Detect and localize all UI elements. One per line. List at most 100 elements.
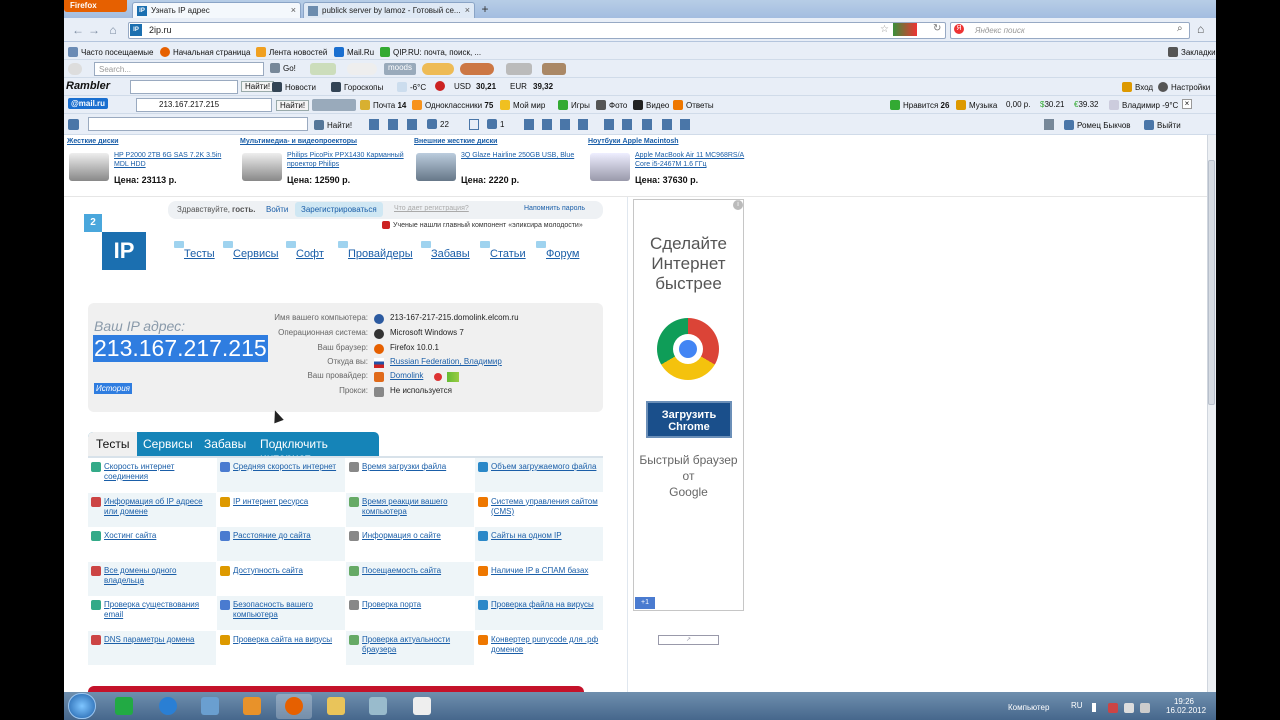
test-link-cell[interactable]: Безопасность вашего компьютера <box>217 596 345 630</box>
vk-gifts-icon[interactable] <box>680 119 690 130</box>
test-link-cell[interactable]: Хостинг сайта <box>88 527 216 561</box>
logo-ip[interactable]: IP <box>102 232 146 270</box>
plus-one-button[interactable]: +1 <box>635 597 655 609</box>
tab-2ip[interactable]: IP Узнать IP адрес × <box>132 2 301 18</box>
ad-info-icon[interactable]: i <box>733 200 743 210</box>
scrollbar-thumb[interactable] <box>1208 160 1215 405</box>
product-category[interactable]: Внешние жесткие диски <box>414 138 497 145</box>
bookmark-item[interactable]: Лента новостей <box>256 47 327 57</box>
vk-apps-icon[interactable] <box>642 119 652 130</box>
test-link[interactable]: Доступность сайта <box>233 566 343 576</box>
yandex-icon[interactable]: Я <box>954 24 964 34</box>
menu-articles[interactable]: Статьи <box>480 241 526 260</box>
logo-2[interactable]: 2 <box>84 214 102 232</box>
product-name[interactable]: HP P2000 2TB 6G SAS 7.2K 3.5in MDL HDD <box>114 151 234 169</box>
mailru-search-input[interactable]: 213.167.217.215 <box>136 98 272 112</box>
horoscopes-link[interactable]: Гороскопы <box>331 82 383 92</box>
test-link[interactable]: Наличие IP в СПАМ базах <box>491 566 601 576</box>
remind-password-link[interactable]: Напомнить пароль <box>524 205 585 212</box>
tab-fun[interactable]: Забавы <box>196 432 254 456</box>
taskbar-app[interactable] <box>106 694 142 719</box>
vk-news-icon[interactable] <box>388 119 398 130</box>
bookmarks-menu[interactable]: Закладки <box>1168 47 1216 57</box>
addon-icon[interactable] <box>893 23 917 36</box>
test-link[interactable]: Система управления сайтом (CMS) <box>491 497 601 517</box>
test-link-cell[interactable]: IP интернет ресурса <box>217 493 345 527</box>
volume-icon[interactable] <box>1140 703 1150 713</box>
mailru-tools-icon[interactable] <box>312 99 356 111</box>
test-link-cell[interactable]: Объем загружаемого файла <box>475 458 603 492</box>
tray-arrow-icon[interactable] <box>1092 703 1101 712</box>
toolbar-search-input[interactable]: Search... <box>94 62 264 76</box>
product-category[interactable]: Мультимедиа- и видеопроекторы <box>240 138 357 145</box>
myworld-link[interactable]: Мой мир <box>500 100 545 110</box>
bookmark-item[interactable]: QIP.RU: почта, поиск, ... <box>380 47 481 57</box>
menu-tests[interactable]: Тесты <box>174 241 215 260</box>
test-link-cell[interactable]: Средняя скорость интернет <box>217 458 345 492</box>
forward-arrow-icon[interactable]: → <box>86 22 102 38</box>
music-link[interactable]: Музыка <box>956 100 997 110</box>
product-card[interactable]: Мультимедиа- и видеопроекторы Philips Pi… <box>237 135 409 197</box>
clock[interactable]: 19:26 16.02.2012 <box>1166 697 1206 715</box>
slogan-link[interactable]: Ученые нашли главный компонент «эликсира… <box>382 221 583 229</box>
test-link[interactable]: Проверка файла на вирусы <box>491 600 601 610</box>
test-link-cell[interactable]: Проверка файла на вирусы <box>475 596 603 630</box>
test-link-cell[interactable]: Время загрузки файла <box>346 458 474 492</box>
test-link[interactable]: Информация о сайте <box>362 531 472 541</box>
small-banner[interactable]: ↗ <box>658 635 719 645</box>
close-icon[interactable]: × <box>291 5 296 15</box>
back-arrow-icon[interactable]: ← <box>70 22 86 38</box>
bookmark-item[interactable]: Часто посещаемые <box>68 47 153 57</box>
money-widget[interactable]: 0,00 р. <box>1006 100 1030 109</box>
search-input[interactable]: Яндекс поиск <box>950 22 1190 39</box>
tab-services[interactable]: Сервисы <box>135 432 201 456</box>
smiley-icon[interactable] <box>422 63 454 75</box>
start-button[interactable] <box>68 693 96 719</box>
product-name[interactable]: 3Q Glaze Hairline 250GB USB, Blue <box>461 151 581 160</box>
vk-friends[interactable]: 1 <box>487 119 504 129</box>
vk-find-button[interactable]: Найти! <box>314 120 352 130</box>
product-name[interactable]: Apple MacBook Air 11 MC968RS/A Core i5-2… <box>635 151 755 169</box>
menu-fun[interactable]: Забавы <box>421 241 470 260</box>
download-chrome-button[interactable]: Загрузить Chrome <box>646 401 732 438</box>
emoticon-icon[interactable] <box>310 63 336 75</box>
likes-link[interactable]: Нравится 26 <box>890 100 949 110</box>
network-icon[interactable] <box>1108 703 1118 713</box>
odnoklassniki-link[interactable]: Одноклассники 75 <box>412 100 493 110</box>
language-indicator[interactable]: RU <box>1071 701 1083 710</box>
home-icon[interactable]: ⌂ <box>1197 22 1204 36</box>
history-button[interactable]: История <box>94 383 132 394</box>
test-link-cell[interactable]: Сайты на одном IP <box>475 527 603 561</box>
games-link[interactable]: Игры <box>558 100 590 110</box>
vk-audio-icon[interactable] <box>560 119 570 130</box>
vk-tools-icon[interactable] <box>622 119 632 130</box>
tab-publick-server[interactable]: publick server by lamoz - Готовый се... … <box>303 2 475 18</box>
close-icon[interactable]: × <box>1182 99 1192 109</box>
test-link-cell[interactable]: Доступность сайта <box>217 562 345 596</box>
taskbar-app[interactable] <box>360 694 396 719</box>
test-link[interactable]: Скорость интернет соединения <box>104 462 214 482</box>
taskbar-app[interactable] <box>318 694 354 719</box>
star-icon[interactable]: ☆ <box>880 24 889 35</box>
test-link-cell[interactable]: Конвертер punycode для .рф доменов <box>475 631 603 665</box>
vk-bookmarks-icon[interactable] <box>662 119 672 130</box>
product-card[interactable]: Внешние жесткие диски 3Q Glaze Hairline … <box>411 135 583 197</box>
home-icon[interactable]: ⌂ <box>105 22 121 38</box>
firefox-menu-button[interactable]: Firefox <box>64 0 127 12</box>
rambler-search-input[interactable] <box>130 80 238 94</box>
test-link[interactable]: Информация об IP адресе или домене <box>104 497 214 517</box>
test-link-cell[interactable]: Все домены одного владельца <box>88 561 216 596</box>
register-button[interactable]: Зарегистрироваться <box>295 202 383 217</box>
test-link[interactable]: Средняя скорость интернет <box>233 462 343 472</box>
new-tab-button[interactable]: + <box>477 3 493 17</box>
test-link[interactable]: Все домены одного владельца <box>104 566 214 586</box>
menu-services[interactable]: Сервисы <box>223 241 279 260</box>
menu-providers[interactable]: Провайдеры <box>338 241 413 260</box>
vk-window-icon[interactable] <box>1044 119 1054 130</box>
address-bar[interactable]: 2ip.ru <box>128 22 946 39</box>
reload-icon[interactable]: ↻ <box>933 23 941 34</box>
test-link-cell[interactable]: DNS параметры домена <box>88 630 216 665</box>
usd-widget[interactable]: $30.21 <box>1040 100 1064 109</box>
menu-soft[interactable]: Софт <box>286 241 324 260</box>
camera-icon[interactable] <box>506 63 532 75</box>
